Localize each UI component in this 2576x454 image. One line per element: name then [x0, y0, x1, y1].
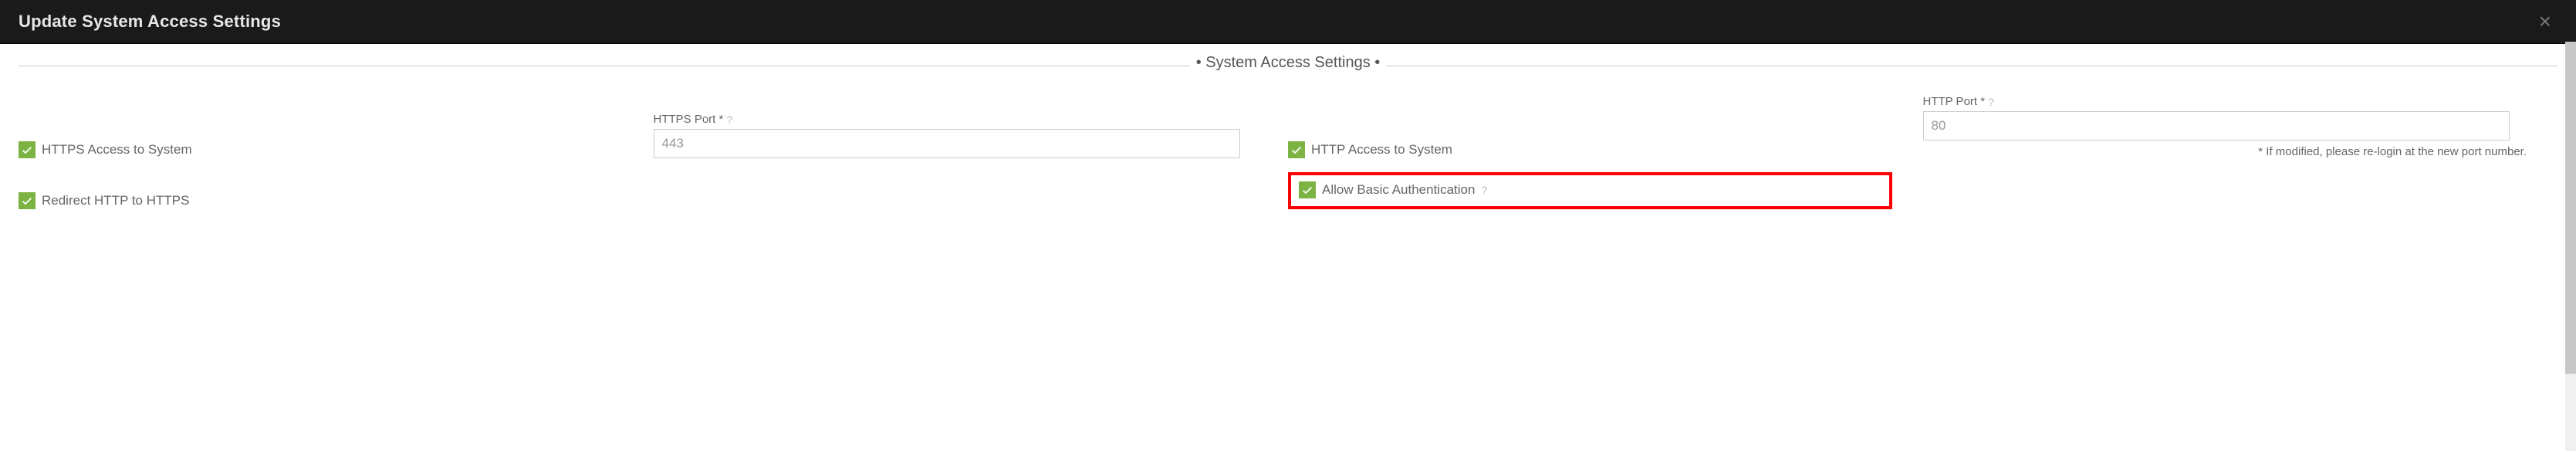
- label-http-port-text: HTTP Port *: [1923, 95, 1986, 108]
- col-allow-basic: Allow Basic Authentication ?: [1288, 172, 1923, 209]
- field-redirect: Redirect HTTP to HTTPS: [19, 192, 623, 209]
- close-icon[interactable]: ×: [2533, 11, 2557, 32]
- row-1: HTTPS Access to System HTTPS Port * ? HT…: [19, 81, 2557, 158]
- modal-header: Update System Access Settings ×: [0, 0, 2576, 44]
- col-https-port: HTTPS Port * ?: [654, 95, 1289, 158]
- check-icon: [1301, 184, 1313, 196]
- port-hint: * If modified, please re-login at the ne…: [1923, 145, 2527, 158]
- col-http-port: HTTP Port * ? * If modified, please re-l…: [1923, 95, 2558, 158]
- field-allow-basic: Allow Basic Authentication ?: [1299, 181, 1487, 198]
- col-http-access: HTTP Access to System: [1288, 95, 1923, 158]
- label-https-access: HTTPS Access to System: [42, 142, 192, 158]
- check-icon: [1290, 144, 1303, 156]
- section-title-wrap: • System Access Settings •: [19, 57, 2557, 72]
- col-empty-1: [654, 172, 1289, 209]
- label-http-access: HTTP Access to System: [1311, 142, 1452, 158]
- checkbox-allow-basic[interactable]: [1299, 181, 1316, 198]
- label-https-port: HTTPS Port * ?: [654, 113, 1258, 126]
- help-icon[interactable]: ?: [726, 114, 732, 126]
- input-http-port[interactable]: [1923, 111, 2510, 141]
- scrollbar-thumb[interactable]: [2565, 42, 2576, 374]
- scrollbar[interactable]: [2565, 42, 2576, 451]
- row-2: Redirect HTTP to HTTPS Allow Basic Authe…: [19, 158, 2557, 209]
- label-allow-basic: Allow Basic Authentication: [1322, 182, 1475, 198]
- section-title: • System Access Settings •: [1190, 54, 1387, 72]
- field-https-access: HTTPS Access to System: [19, 141, 623, 158]
- highlight-allow-basic: Allow Basic Authentication ?: [1288, 172, 1892, 209]
- label-http-port: HTTP Port * ?: [1923, 95, 2527, 108]
- col-https-access: HTTPS Access to System: [19, 95, 654, 158]
- modal-title: Update System Access Settings: [19, 12, 281, 32]
- help-icon[interactable]: ?: [1481, 184, 1487, 196]
- checkbox-redirect[interactable]: [19, 192, 35, 209]
- field-http-access: HTTP Access to System: [1288, 141, 1892, 158]
- check-icon: [21, 144, 33, 156]
- checkbox-http-access[interactable]: [1288, 141, 1305, 158]
- col-redirect: Redirect HTTP to HTTPS: [19, 172, 654, 209]
- check-icon: [21, 195, 33, 207]
- label-https-port-text: HTTPS Port *: [654, 113, 724, 126]
- section-system-access: • System Access Settings • HTTPS Access …: [19, 66, 2557, 209]
- label-redirect: Redirect HTTP to HTTPS: [42, 193, 189, 208]
- help-icon[interactable]: ?: [1988, 96, 1994, 108]
- input-https-port[interactable]: [654, 129, 1240, 158]
- modal-body: • System Access Settings • HTTPS Access …: [0, 44, 2576, 256]
- checkbox-https-access[interactable]: [19, 141, 35, 158]
- col-empty-2: [1923, 172, 2558, 209]
